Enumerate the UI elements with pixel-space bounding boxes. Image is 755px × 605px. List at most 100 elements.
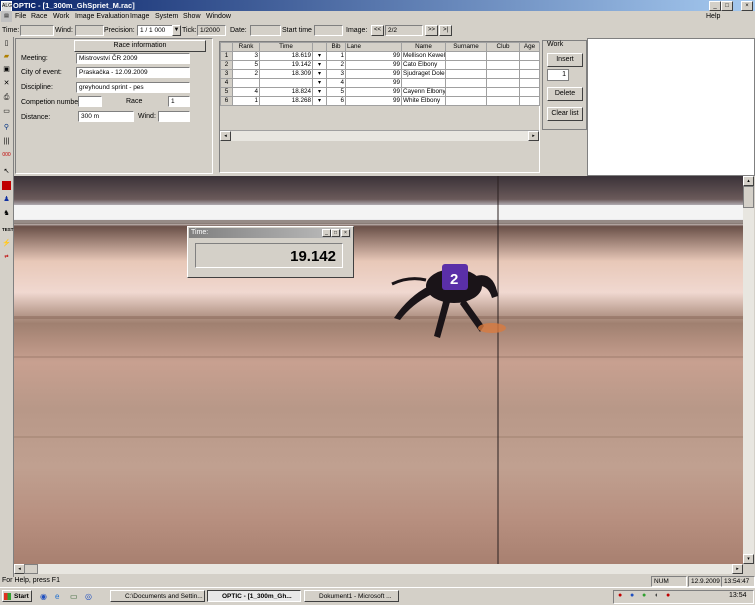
desktop-icon[interactable]: ▭ [70, 592, 78, 601]
race-field[interactable]: 1 [168, 96, 190, 107]
stop-icon[interactable] [2, 181, 11, 190]
wind-info-field[interactable] [158, 111, 190, 122]
lane-name-cell[interactable]: 99 [345, 78, 402, 88]
table-row[interactable]: 1 3 18.619 ▾ 1 99 Mellison Kewell [220, 51, 540, 61]
bib-cell[interactable]: 3 [326, 69, 346, 79]
age-cell[interactable] [519, 96, 540, 106]
time-field[interactable] [20, 25, 54, 36]
new-file-icon[interactable]: ▯ [2, 39, 11, 48]
club-cell[interactable] [486, 60, 520, 70]
tray-icon-4[interactable]: ● [666, 592, 670, 599]
age-cell[interactable] [519, 78, 540, 88]
surname-cell[interactable] [445, 60, 487, 70]
menu-file[interactable]: File [15, 11, 26, 22]
menu-race[interactable]: Race [31, 11, 47, 22]
competition-field[interactable] [78, 96, 102, 107]
surname-cell[interactable] [445, 87, 487, 97]
delete-button[interactable]: Delete [547, 87, 583, 101]
table-row[interactable]: 2 5 19.142 ▾ 2 99 Cato Elbony [220, 60, 540, 70]
menu-image-evaluation[interactable]: Image Evaluation [75, 11, 129, 22]
start-time-field[interactable] [314, 25, 343, 36]
insert-button[interactable]: Insert [547, 53, 583, 67]
time-cell[interactable] [259, 78, 313, 88]
wind-field[interactable] [75, 25, 104, 36]
popup-close-button[interactable]: × [341, 229, 350, 237]
image-horizontal-scrollbar[interactable]: ◂ ▸ [14, 564, 743, 574]
column-header-bib[interactable]: Bib [326, 42, 346, 52]
menu-work[interactable]: Work [53, 11, 69, 22]
test-icon[interactable]: TEST [2, 225, 14, 234]
column-header-time[interactable]: Time [259, 42, 313, 52]
name-cell[interactable] [401, 78, 446, 88]
row-number-cell[interactable]: 2 [220, 60, 233, 70]
row-number-cell[interactable]: 3 [220, 69, 233, 79]
time-dropdown-icon[interactable]: ▾ [312, 69, 327, 79]
scroll-left-icon[interactable]: ◂ [220, 131, 231, 141]
rank-cell[interactable]: 3 [232, 51, 260, 61]
print-icon[interactable]: ⎙ [2, 93, 11, 102]
next-image-button[interactable]: >> [425, 25, 438, 36]
row-number-cell[interactable]: 5 [220, 87, 233, 97]
lane-name-cell[interactable]: 99 [345, 87, 402, 97]
club-cell[interactable] [486, 51, 520, 61]
close-button[interactable]: × [741, 1, 753, 11]
scroll-up-icon[interactable]: ▴ [743, 176, 754, 186]
table-horizontal-scrollbar[interactable]: ◂ ▸ [220, 130, 539, 141]
lane-name-cell[interactable]: 99 [345, 51, 402, 61]
column-header-rank[interactable]: Rank [232, 42, 260, 52]
name-cell[interactable]: Sjudraget Dole [401, 69, 446, 79]
time-cell[interactable]: 18.824 [259, 87, 313, 97]
flash-icon[interactable]: ⚡ [2, 239, 11, 248]
vertical-scroll-thumb[interactable] [743, 186, 754, 208]
age-cell[interactable] [519, 51, 540, 61]
save-icon[interactable]: ▣ [2, 65, 11, 74]
taskbar-item-word[interactable]: Dokument1 - Microsoft ... [304, 590, 399, 602]
row-number-cell[interactable]: 4 [220, 78, 233, 88]
com-icon[interactable]: ⇄ [2, 253, 11, 262]
club-cell[interactable] [486, 87, 520, 97]
barcode-icon[interactable]: ||| [2, 137, 11, 146]
column-header-age[interactable]: Age [519, 42, 540, 52]
table-row[interactable]: 6 1 18.268 ▾ 6 99 White Elbony [220, 96, 540, 106]
club-cell[interactable] [486, 69, 520, 79]
scroll-right-icon[interactable]: ▸ [528, 131, 539, 141]
column-header-club[interactable]: Club [486, 42, 520, 52]
lane-name-cell[interactable]: 99 [345, 96, 402, 106]
delete-icon[interactable]: ✕ [2, 79, 11, 88]
time-cell[interactable]: 18.619 [259, 51, 313, 61]
time-dropdown-icon[interactable]: ▾ [312, 87, 327, 97]
chevron-down-icon[interactable]: ▼ [172, 25, 181, 36]
table-row[interactable]: 5 4 18.824 ▾ 5 99 Cayenn Elbony [220, 87, 540, 97]
surname-cell[interactable] [445, 69, 487, 79]
table-row[interactable]: 3 2 18.309 ▾ 3 99 Sjudraget Dole [220, 69, 540, 79]
counter-icon[interactable]: 000 [2, 151, 11, 160]
explorer-icon[interactable]: ◉ [40, 592, 47, 601]
dog-icon[interactable]: ♞ [2, 209, 11, 218]
bib-cell[interactable]: 2 [326, 60, 346, 70]
open-folder-icon[interactable]: ▰ [2, 52, 11, 61]
lane-name-cell[interactable]: 99 [345, 69, 402, 79]
image-vertical-scrollbar[interactable]: ▴ ▾ [743, 176, 754, 564]
row-number-cell[interactable]: 6 [220, 96, 233, 106]
time-dropdown-icon[interactable]: ▾ [312, 51, 327, 61]
tray-icon-2[interactable]: ● [630, 592, 634, 599]
maximize-button[interactable]: □ [721, 1, 733, 11]
club-cell[interactable] [486, 96, 520, 106]
hscroll-right-icon[interactable]: ▸ [732, 564, 743, 574]
media-icon[interactable]: ◎ [85, 592, 92, 601]
age-cell[interactable] [519, 87, 540, 97]
surname-cell[interactable] [445, 78, 487, 88]
bib-cell[interactable]: 4 [326, 78, 346, 88]
scroll-down-icon[interactable]: ▾ [743, 554, 754, 564]
popup-maximize-button[interactable]: □ [331, 229, 340, 237]
time-cell[interactable]: 19.142 [259, 60, 313, 70]
date-field[interactable] [250, 25, 281, 36]
browser-icon[interactable]: e [55, 592, 59, 601]
prev-image-button[interactable]: << [371, 25, 384, 36]
time-cell[interactable]: 18.268 [259, 96, 313, 106]
name-cell[interactable]: Cato Elbony [401, 60, 446, 70]
column-header-lane[interactable]: Lane [347, 44, 361, 51]
taskbar-item-explorer[interactable]: C:\Documents and Settin... [110, 590, 205, 602]
table-row[interactable]: 4 ▾ 4 99 [220, 78, 540, 88]
bib-cell[interactable]: 6 [326, 96, 346, 106]
